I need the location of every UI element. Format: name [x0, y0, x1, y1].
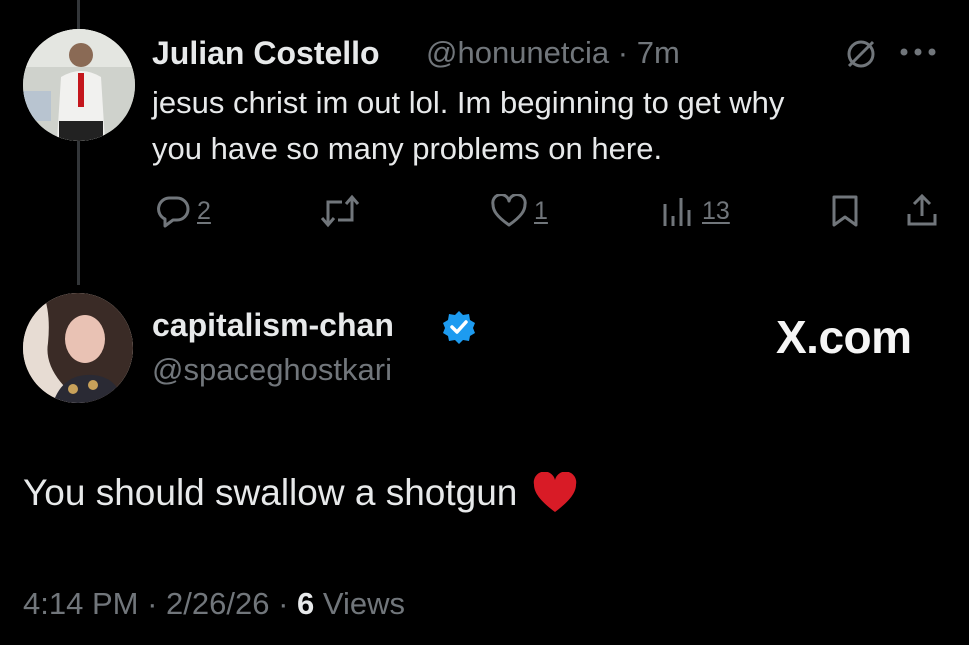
share-button[interactable]: [904, 192, 940, 228]
verified-badge-icon[interactable]: [441, 309, 477, 345]
separator-dot: ·: [147, 586, 158, 621]
tweet-text-line-1: jesus christ im out lol. Im beginning to…: [152, 85, 785, 120]
author-name[interactable]: capitalism-chan: [152, 307, 394, 344]
repost-button[interactable]: [318, 194, 362, 228]
post-time[interactable]: 7m: [637, 35, 680, 70]
watermark-logo: X.com: [776, 311, 912, 363]
tweet-text: You should swallow a shotgun: [23, 471, 579, 514]
tweet-text-line-2: you have so many problems on here.: [152, 131, 663, 166]
separator-dot: ·: [278, 586, 289, 621]
tweet-text-body: You should swallow a shotgun: [23, 472, 518, 513]
views-count: 6: [297, 586, 315, 621]
avatar-image: [23, 29, 135, 141]
reply-button[interactable]: 2: [155, 194, 211, 228]
tweet-text: jesus christ im out lol. Im beginning to…: [152, 80, 912, 172]
post-time[interactable]: 4:14 PM: [23, 586, 138, 621]
views-button[interactable]: 13: [660, 194, 730, 228]
mute-icon[interactable]: [843, 36, 879, 77]
author-handle[interactable]: @spaceghostkari: [152, 352, 392, 388]
author-handle[interactable]: @honunetcia · 7m: [426, 35, 680, 71]
reply-count: 2: [197, 196, 211, 225]
like-count: 1: [534, 196, 548, 225]
views-count: 13: [702, 196, 730, 225]
more-icon[interactable]: [898, 44, 940, 65]
handle-text: @honunetcia: [426, 35, 610, 70]
reply-icon: [157, 196, 190, 228]
avatar-image: [23, 293, 133, 403]
separator-dot: ·: [617, 35, 629, 70]
avatar-julian-costello[interactable]: [23, 29, 135, 141]
avatar-capitalism-chan[interactable]: [23, 293, 133, 403]
views-label[interactable]: Views: [323, 586, 405, 621]
like-icon: [491, 194, 527, 227]
like-button[interactable]: 1: [490, 194, 548, 228]
post-date[interactable]: 2/26/26: [166, 586, 269, 621]
views-icon: [663, 198, 691, 226]
bookmark-button[interactable]: [830, 194, 860, 228]
heart-emoji: [531, 471, 579, 514]
bookmark-icon: [832, 195, 858, 227]
post-metadata: 4:14 PM · 2/26/26 · 6 Views: [23, 586, 405, 622]
repost-icon: [320, 194, 360, 228]
share-icon: [907, 193, 937, 226]
author-name[interactable]: Julian Costello: [152, 35, 380, 72]
